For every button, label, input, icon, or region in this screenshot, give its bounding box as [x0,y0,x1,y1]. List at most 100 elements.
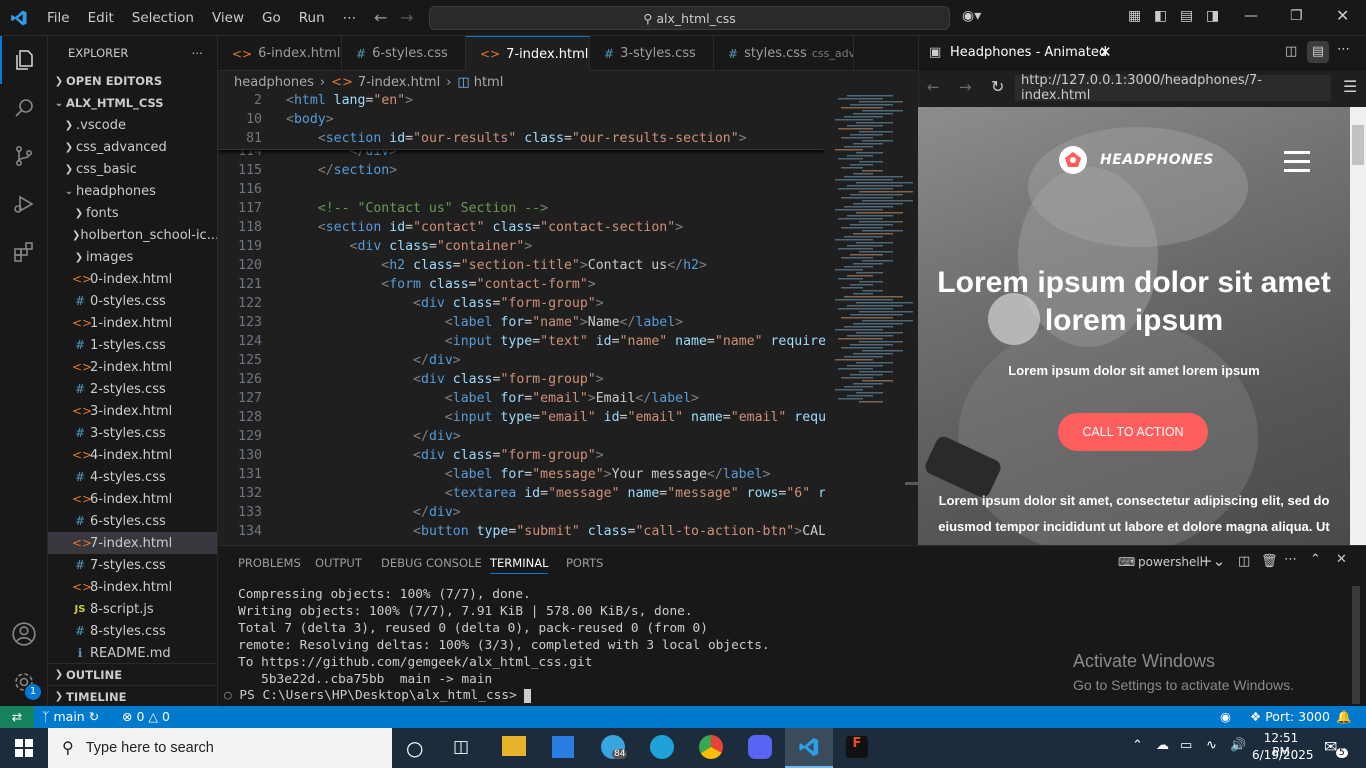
editor-tab[interactable]: #6-styles.css [342,36,466,71]
code-line[interactable]: <h2 class="section-title">Contact us</h2… [286,258,707,273]
menu-item[interactable]: File [38,10,79,26]
folder-item[interactable]: ⌄ headphones [48,180,217,202]
panel-tab[interactable]: OUTPUT [315,556,362,570]
more-actions-icon[interactable]: ⋯ [1284,552,1297,567]
file-item[interactable]: #4-styles.css [48,466,217,488]
file-item[interactable]: <> 7-index.html [48,532,217,554]
file-item[interactable]: #3-styles.css [48,422,217,444]
browser-tab-title[interactable]: Headphones - Animated [950,45,1107,60]
taskbar-search[interactable]: ⚲ Type here to search [48,728,392,768]
preview-scrollbar[interactable] [1350,107,1366,545]
code-editor[interactable]: 2 <html lang="en"> 10 <body> 81 <section id=… [218,93,825,545]
menu-item[interactable]: Go [253,10,290,26]
panel-tab[interactable]: PORTS [566,556,603,570]
terminal-prompt-line[interactable]: ○ PS C:\Users\HP\Desktop\alx_html_css> [224,688,532,703]
code-line[interactable]: <div class="container"> [286,239,533,254]
lock-icon[interactable]: ▤ [1307,41,1329,63]
volume-icon[interactable]: 🔊 [1230,738,1246,753]
file-item[interactable]: <> 3-index.html [48,400,217,422]
file-item[interactable]: <> 4-index.html [48,444,217,466]
manage-gear-icon[interactable]: 1 [0,658,48,706]
code-line[interactable]: <!-- "Contact us" Section --> [286,201,548,216]
cortana-icon[interactable]: ○ [406,736,423,760]
command-center-search[interactable]: ⚲ alx_html_css [429,6,950,30]
close-window-icon[interactable]: ✕ [1336,6,1349,25]
url-input[interactable]: http://127.0.0.1:3000/headphones/7-index… [1015,73,1331,103]
file-item[interactable]: #7-styles.css [48,554,217,576]
code-line[interactable]: <button type="submit" class="call-to-act… [286,524,825,539]
editor-tab[interactable]: # styles.css css_advance [714,36,854,71]
forward-icon[interactable]: → [959,78,972,96]
trash-icon[interactable]: 🗑 [1261,554,1278,569]
folder-item[interactable]: ❯ css_basic [48,158,217,180]
battery-icon[interactable]: ▭ [1180,738,1192,753]
vscode-taskbar-icon[interactable] [785,728,833,768]
file-item[interactable]: #0-styles.css [48,290,217,312]
code-line[interactable]: <label for="email">Email</label> [286,391,699,406]
folder-item[interactable]: ❯ images [48,246,217,268]
new-terminal-icon[interactable]: +⌄ [1200,552,1225,570]
panel-tab[interactable]: DEBUG CONSOLE [381,556,482,570]
panel-tab[interactable]: PROBLEMS [238,556,301,570]
code-line[interactable]: </div> [286,505,461,520]
edge-icon[interactable] [650,735,674,759]
minimize-icon[interactable]: — [1244,8,1258,24]
split-editor-icon[interactable]: ◫ [1285,44,1297,59]
reload-icon[interactable]: ↻ [991,77,1004,96]
live-server-port[interactable]: ❖ Port: 3000 [1250,709,1330,724]
toggle-secondary-sidebar-icon[interactable]: ◨ [1206,8,1219,24]
file-item[interactable]: <> 8-index.html [48,576,217,598]
file-item[interactable]: <> 2-index.html [48,356,217,378]
windows-start-icon[interactable] [0,728,48,768]
clock-date[interactable]: 6/19/2025 [1252,748,1314,762]
file-item[interactable]: <> 0-index.html [48,268,217,290]
hamburger-menu-icon[interactable] [1284,151,1310,172]
file-item[interactable]: ℹ README.md [48,642,217,664]
close-panel-icon[interactable]: ✕ [1336,552,1347,567]
terminal-shell-label[interactable]: powershell [1138,555,1203,569]
back-icon[interactable]: ← [927,78,940,96]
call-to-action-button[interactable]: CALL TO ACTION [1058,413,1208,451]
figma-icon[interactable]: F [846,736,868,758]
file-item[interactable]: #2-styles.css [48,378,217,400]
terminal-scrollbar[interactable] [1352,586,1360,704]
folder-item[interactable]: ❯ .vscode [48,114,217,136]
file-item[interactable]: #6-styles.css [48,510,217,532]
menu-icon[interactable]: ☰ [1343,77,1357,96]
file-item[interactable]: #8-styles.css [48,620,217,642]
code-line[interactable]: <div class="form-group"> [286,448,604,463]
root-folder[interactable]: ⌄ ALX_HTML_CSS [48,92,217,114]
more-actions-icon[interactable]: ⋯ [192,46,204,60]
close-tab-icon[interactable]: ✕ [1099,43,1112,61]
forward-arrow-icon[interactable]: → [400,8,413,27]
scrollbar-thumb[interactable] [1352,125,1364,165]
file-explorer-icon[interactable] [502,736,526,756]
code-line[interactable]: <section id="contact" class="contact-sec… [286,220,683,235]
file-item[interactable]: JS 8-script.js [48,598,217,620]
menu-item[interactable]: Run [290,10,334,26]
accounts-icon[interactable] [0,610,48,658]
task-view-icon[interactable]: ◫ [453,737,469,757]
code-line[interactable]: <html lang="en"> [286,93,413,108]
menu-item[interactable]: ⋯ [334,10,366,26]
problems-indicator[interactable]: ⊗ 0 △ 0 [122,709,170,724]
code-line[interactable]: <label for="message">Your message</label… [286,467,771,482]
microsoft-store-icon[interactable] [552,736,574,758]
code-line[interactable]: </div> [286,429,461,444]
chrome-icon[interactable] [699,735,723,759]
code-line[interactable]: <textarea id="message" name="message" ro… [286,486,825,501]
panel-tab[interactable]: TERMINAL [490,556,549,574]
notifications-bell-icon[interactable]: 🔔 [1336,709,1352,725]
editor-tab[interactable]: <> 6-index.html [218,36,342,71]
folder-item[interactable]: ❯ holberton_school-ic... [48,224,217,246]
file-item[interactable]: #1-styles.css [48,334,217,356]
remote-icon[interactable]: ⇄ [0,706,34,728]
sticky-scroll[interactable]: 2 <html lang="en"> 10 <body> 81 <section id=… [218,93,825,150]
code-line[interactable]: <div class="form-group"> [286,296,604,311]
discord-icon[interactable] [748,735,772,759]
restore-icon[interactable]: ❐ [1290,8,1303,24]
customize-layout-icon[interactable]: ▦ [1128,8,1141,24]
branch-indicator[interactable]: ᛉ main ↻ [42,709,99,724]
split-terminal-icon[interactable]: ◫ [1238,554,1250,569]
menu-item[interactable]: Selection [123,10,203,26]
